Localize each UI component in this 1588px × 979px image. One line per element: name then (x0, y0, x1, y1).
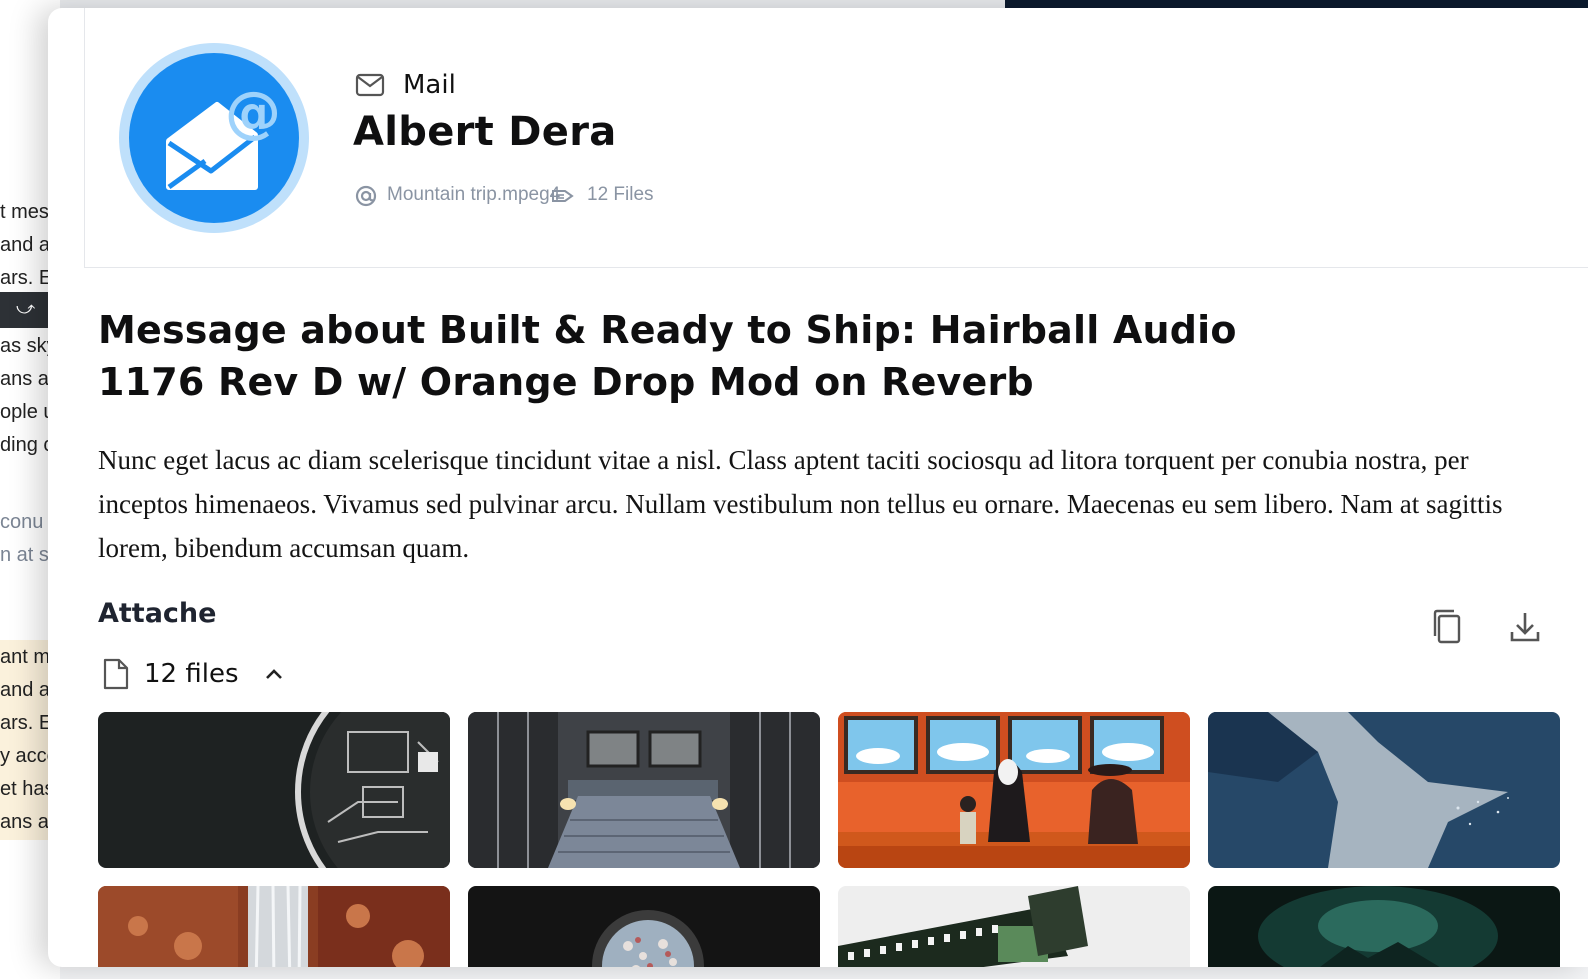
mail-icon (355, 73, 385, 97)
at-sign-icon (355, 185, 377, 207)
svg-text:@: @ (225, 80, 281, 145)
circuit-board-photo[interactable] (98, 712, 450, 868)
envelope-at-icon: @ (166, 80, 281, 190)
sender-name: Albert Dera (353, 109, 617, 155)
file-count: 12 Files (587, 184, 654, 205)
background-text-line: et has (0, 778, 55, 800)
attachments-title: Attache (98, 598, 217, 629)
dark-green-photo[interactable] (1208, 886, 1560, 967)
app-label: Mail (403, 70, 456, 100)
blue-abstract-photo[interactable] (1208, 712, 1560, 868)
train-scene-illustration[interactable] (838, 712, 1190, 868)
message-body: Nunc eget lacus ac diam scelerisque tinc… (98, 445, 1503, 563)
attachment-name[interactable]: Mountain trip.mpeg4 (387, 184, 560, 206)
tag-icon (552, 190, 574, 202)
background-text-line: ant m (0, 646, 51, 668)
message-detail-panel: @ Mail Albert Dera Mountain trip.mpeg4 1… (48, 8, 1588, 967)
app-label-row: Mail (355, 65, 456, 105)
background-top-bar (0, 0, 1588, 8)
files-count-label: 12 files (144, 659, 239, 689)
background-text-line: conu (0, 511, 44, 533)
background-text-line: ding c (0, 434, 54, 456)
forward-icon: ⤻ (16, 298, 36, 318)
message-subject: Message about Built & Ready to Ship: Hai… (98, 308, 1237, 404)
files-toggle[interactable]: 12 files (102, 654, 285, 694)
round-window-photo[interactable] (468, 886, 820, 967)
copy-icon (1433, 609, 1461, 644)
background-text-line: ople u (0, 401, 55, 423)
waterfall-canyon-photo[interactable] (98, 886, 450, 967)
file-icon (103, 658, 129, 690)
chevron-up-icon (265, 669, 282, 679)
copy-button[interactable] (1426, 606, 1468, 648)
film-strip-photo[interactable] (838, 886, 1190, 967)
avatar: @ (129, 53, 299, 223)
bedroom-photo[interactable] (468, 712, 820, 868)
download-icon (1510, 613, 1540, 642)
message-header: @ Mail Albert Dera Mountain trip.mpeg4 1… (84, 8, 1588, 268)
download-button[interactable] (1504, 606, 1546, 648)
